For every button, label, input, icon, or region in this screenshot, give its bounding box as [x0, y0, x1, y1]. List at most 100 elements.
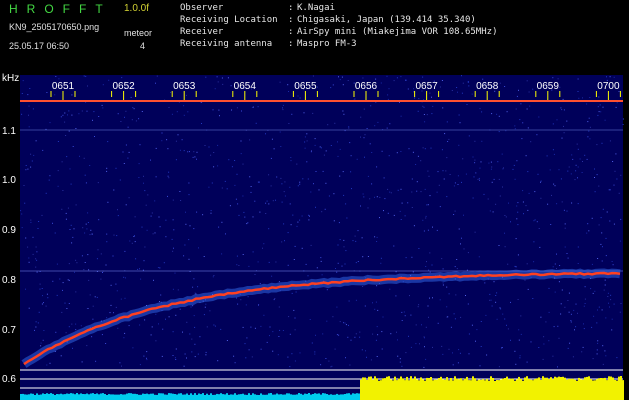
- noise-dot: [55, 331, 57, 333]
- noise-dot: [568, 292, 570, 294]
- level-bar: [622, 380, 624, 400]
- noise-dot: [291, 353, 293, 355]
- noise-dot: [293, 259, 295, 260]
- info-location-key: Receiving Location: [180, 15, 278, 25]
- info-receiver-key: Receiver: [180, 27, 224, 37]
- noise-dot: [454, 210, 456, 212]
- noise-dot: [423, 230, 425, 232]
- mode-label: meteor: [124, 28, 153, 38]
- noise-dot: [499, 195, 501, 197]
- noise-dot: [281, 201, 283, 203]
- noise-dot: [441, 258, 443, 260]
- noise-dot: [34, 329, 35, 331]
- noise-dot: [127, 126, 129, 128]
- noise-dot: [515, 363, 517, 365]
- noise-dot: [266, 341, 268, 343]
- level-bar: [518, 376, 520, 400]
- noise-dot: [366, 356, 367, 358]
- level-bar: [24, 394, 26, 400]
- noise-dot: [147, 194, 149, 196]
- level-bar: [448, 380, 450, 400]
- level-bar: [326, 394, 328, 400]
- level-bar: [592, 380, 594, 400]
- noise-dot: [525, 205, 527, 207]
- noise-dot: [515, 266, 517, 268]
- noise-dot: [273, 148, 275, 150]
- noise-dot: [364, 156, 365, 158]
- noise-dot: [71, 114, 73, 116]
- noise-dot: [618, 192, 620, 194]
- noise-dot: [135, 258, 137, 260]
- noise-dot: [21, 113, 23, 115]
- noise-dot: [175, 348, 177, 350]
- noise-dot: [216, 76, 218, 78]
- noise-dot: [287, 264, 289, 266]
- noise-dot: [456, 259, 458, 260]
- noise-dot: [145, 204, 147, 206]
- noise-dot: [602, 208, 604, 210]
- noise-dot: [205, 76, 207, 78]
- noise-dot: [180, 200, 182, 201]
- noise-dot: [228, 159, 230, 161]
- noise-dot: [446, 286, 448, 288]
- noise-dot: [165, 236, 167, 238]
- noise-dot: [612, 264, 614, 266]
- noise-dot: [558, 281, 560, 283]
- noise-dot: [23, 185, 25, 186]
- noise-dot: [116, 235, 118, 237]
- level-bar: [100, 393, 102, 400]
- level-bar: [102, 393, 104, 400]
- noise-dot: [209, 310, 211, 312]
- noise-dot: [575, 303, 577, 305]
- noise-dot: [119, 362, 121, 364]
- noise-dot: [156, 75, 158, 77]
- noise-dot: [546, 155, 548, 157]
- level-bar: [70, 393, 72, 400]
- noise-dot: [439, 206, 441, 208]
- noise-dot: [238, 265, 240, 266]
- noise-dot: [538, 228, 540, 229]
- noise-dot: [563, 125, 564, 127]
- noise-dot: [549, 169, 551, 171]
- noise-dot: [443, 178, 445, 180]
- noise-dot: [294, 360, 296, 362]
- level-bar: [408, 380, 410, 400]
- noise-dot: [65, 212, 67, 214]
- noise-dot: [289, 366, 291, 368]
- level-bar: [238, 394, 240, 400]
- noise-dot: [313, 183, 314, 185]
- noise-dot: [240, 153, 242, 155]
- noise-dot: [495, 301, 497, 303]
- noise-dot: [499, 82, 501, 84]
- noise-dot: [463, 214, 464, 216]
- noise-dot: [567, 347, 569, 349]
- level-bar: [244, 394, 246, 400]
- noise-dot: [505, 216, 507, 218]
- noise-dot: [480, 321, 482, 322]
- level-bar: [298, 393, 300, 400]
- noise-dot: [409, 295, 410, 297]
- level-bar: [348, 393, 350, 400]
- noise-dot: [447, 141, 449, 142]
- noise-dot: [558, 337, 560, 339]
- noise-dot: [102, 107, 104, 109]
- noise-dot: [540, 180, 542, 182]
- noise-dot: [194, 292, 196, 294]
- noise-dot: [144, 319, 146, 321]
- noise-dot: [611, 329, 613, 331]
- level-bar: [240, 394, 242, 400]
- noise-dot: [38, 311, 40, 313]
- noise-dot: [221, 221, 223, 223]
- noise-dot: [311, 150, 312, 152]
- noise-dot: [143, 260, 145, 262]
- noise-dot: [515, 238, 517, 240]
- noise-dot: [168, 177, 170, 179]
- noise-dot: [146, 357, 147, 359]
- level-bar: [458, 379, 460, 400]
- noise-dot: [562, 98, 564, 100]
- noise-dot: [559, 86, 561, 88]
- noise-dot: [291, 292, 293, 294]
- noise-dot: [328, 360, 330, 362]
- noise-dot: [432, 226, 433, 228]
- noise-dot: [355, 333, 357, 335]
